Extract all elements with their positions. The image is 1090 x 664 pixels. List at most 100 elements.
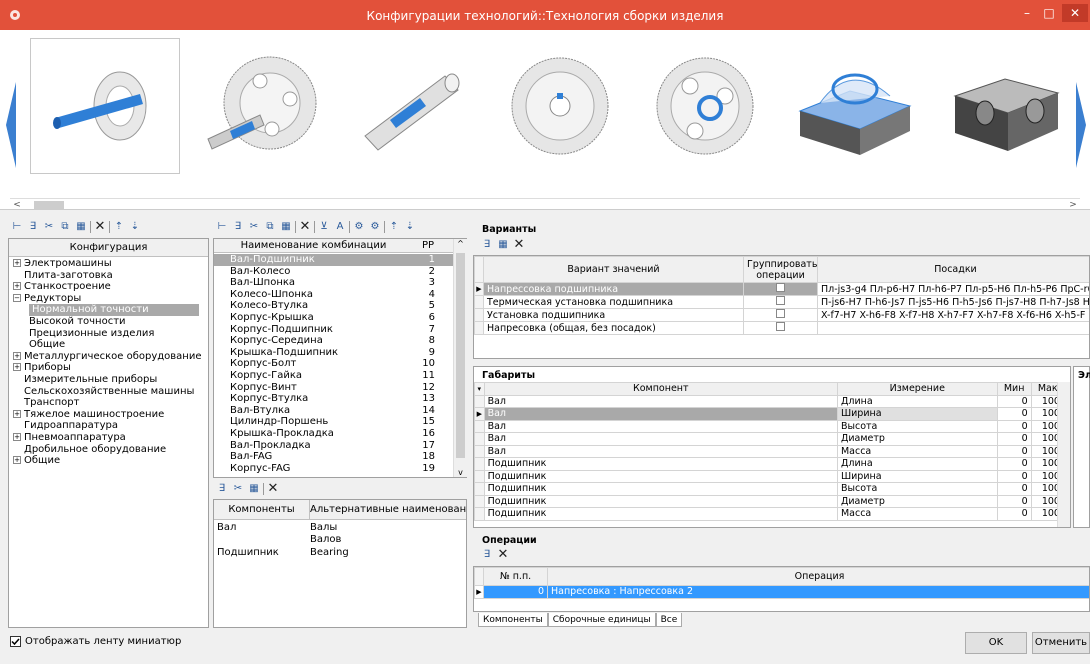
cut-icon[interactable]: ✂ [247,220,261,234]
move-down-icon[interactable]: ⇣ [403,220,417,234]
combo-row[interactable]: Цилиндр-Поршень 15 [214,416,453,428]
paste-icon[interactable]: ▦ [496,238,510,252]
operations-tab[interactable]: Компоненты [478,613,548,627]
combo-row[interactable]: Крышка-Подшипник 9 [214,347,453,359]
show-strip-option[interactable]: Отображать ленту миниатюр [10,636,181,647]
variant-row[interactable]: ▶ Напрессовка подшипника Пл-js3-g4 Пл-р6-H… [474,282,1089,296]
minimize-button[interactable]: – [1016,4,1038,22]
dimension-row[interactable]: Вал Масса 0 1000 [474,444,1070,458]
group-ops-cell[interactable] [743,308,818,322]
expand-icon[interactable]: + [13,409,21,418]
tree-item[interactable]: Плита-заготовка [13,270,208,282]
ungroup-icon[interactable]: ⚙ [368,220,382,234]
tree-item[interactable]: Гидроаппаратура [13,420,208,432]
combos-scrollbar[interactable]: ^ v [453,239,467,477]
variant-row[interactable]: Установка подшипника X-f7-H7 X-h6-F8 X-f7… [474,308,1089,322]
operation-row[interactable]: ▶ 0 Напресовка : Напрессовка 2 [474,585,1089,599]
delete-icon[interactable]: ✕ [496,548,510,562]
thumbnail-gear-bearing[interactable] [630,38,780,174]
close-button[interactable]: ✕ [1062,4,1088,22]
tree-item[interactable]: + Металлургическое оборудование [13,351,208,363]
add-child-icon[interactable]: ∃ [215,482,229,496]
cancel-button[interactable]: Отменить [1032,632,1090,654]
filter-icon[interactable]: ⊻ [317,220,331,234]
tree-item[interactable]: Транспорт [13,397,208,409]
tree-item[interactable]: + Электромашины [13,258,208,270]
dimension-row[interactable]: Вал Диаметр 0 1000 [474,432,1070,446]
col-pp[interactable]: РР [403,239,453,252]
combo-row[interactable]: Корпус-Крышка 6 [214,312,453,324]
expand-icon[interactable]: + [13,363,21,372]
col-variant-value[interactable]: Вариант значений [483,256,744,283]
scroll-up-icon[interactable]: ^ [454,239,467,248]
checkbox-unchecked-icon[interactable] [776,283,785,292]
tree-item[interactable]: Прецизионные изделия [13,328,208,340]
delete-icon[interactable]: ✕ [298,220,312,234]
expand-icon[interactable]: + [13,351,21,360]
combo-row[interactable]: Корпус-Болт 10 [214,358,453,370]
dimension-row[interactable]: Вал Длина 0 1000 [474,394,1070,408]
combo-row[interactable]: Корпус-Втулка 13 [214,393,453,405]
variant-row[interactable]: Термическая установка подшипника П-js6-H7… [474,295,1089,309]
font-icon[interactable]: A [333,220,347,234]
col-fits[interactable]: Посадки [817,256,1089,283]
col-op-number[interactable]: № п.п. [483,567,548,586]
dimension-row[interactable]: ▶ Вал Ширина 0 1000 [474,407,1070,421]
combo-row[interactable]: Колесо-Втулка 5 [214,300,453,312]
col-group-ops[interactable]: Группировать операции [743,256,818,283]
combo-row[interactable]: Вал-Втулка 14 [214,405,453,417]
combo-row[interactable]: Вал-Подшипник 1 [214,254,453,266]
group-ops-cell[interactable] [743,321,818,335]
dimension-row[interactable]: Вал Высота 0 1000 [474,419,1070,433]
tree-item[interactable]: Сельскохозяйственные машины [13,386,208,398]
tree-item[interactable]: + Пневмоаппаратура [13,432,208,444]
thumbnail-shaft-key[interactable] [335,38,485,174]
tree-item[interactable]: + Общие [13,455,208,467]
paste-icon[interactable]: ▦ [247,482,261,496]
component-row[interactable]: Вал Валы Валов [214,522,466,545]
combo-row[interactable]: Колесо-Шпонка 4 [214,289,453,301]
group-icon[interactable]: ⚙ [352,220,366,234]
thumbnail-housing-highlight[interactable] [780,38,930,174]
delete-icon[interactable]: ✕ [93,220,107,234]
tree-item[interactable]: Нормальной точности [13,304,208,316]
thumbnail-gear[interactable] [485,38,635,174]
paste-icon[interactable]: ▦ [279,220,293,234]
thumbnail-gear-shaft[interactable] [185,38,335,174]
scrollbar-left-icon[interactable]: < [10,199,24,212]
scrollbar-thumb[interactable] [34,201,64,210]
dimension-row[interactable]: Подшипник Масса 0 1000 [474,507,1070,521]
move-down-icon[interactable]: ⇣ [128,220,142,234]
tree-item[interactable]: Дробильное оборудование [13,444,208,456]
expand-icon[interactable]: + [13,259,21,267]
tree-item[interactable]: + Приборы [13,362,208,374]
variant-row[interactable]: Напресовка (общая, без посадок) [474,321,1089,335]
add-child-icon[interactable]: ∃ [480,238,494,252]
cut-icon[interactable]: ✂ [42,220,56,234]
scroll-left-arrow-icon[interactable] [4,80,18,170]
col-measure[interactable]: Измерение [836,382,998,396]
component-row[interactable]: Подшипник Bearing [214,547,466,559]
dimension-row[interactable]: Подшипник Ширина 0 1000 [474,469,1070,483]
dimension-row[interactable]: Подшипник Диаметр 0 1000 [474,494,1070,508]
tree-item[interactable]: Общие [13,339,208,351]
col-operation[interactable]: Операция [547,567,1089,586]
add-child-icon[interactable]: ∃ [231,220,245,234]
expand-icon[interactable]: + [13,456,21,465]
dimension-row[interactable]: Подшипник Длина 0 1000 [474,457,1070,471]
combo-row[interactable]: Вал-Прокладка 17 [214,440,453,452]
col-combo-name[interactable]: Наименование комбинации [214,239,403,252]
tree-item[interactable]: − Редукторы [13,293,208,305]
checkbox-checked-icon[interactable] [10,636,21,647]
combo-row[interactable]: Корпус-Винт 12 [214,382,453,394]
maximize-button[interactable]: □ [1038,4,1060,22]
copy-icon[interactable]: ⧉ [58,220,72,234]
add-child-icon[interactable]: ∃ [26,220,40,234]
ok-button[interactable]: OK [965,632,1027,654]
operations-tab[interactable]: Сборочные единицы [547,613,656,627]
add-child-icon[interactable]: ∃ [480,548,494,562]
operations-tab[interactable]: Все [655,613,683,627]
combo-row[interactable]: Корпус-Подшипник 7 [214,324,453,336]
combo-row[interactable]: Крышка-Прокладка 16 [214,428,453,440]
scrollbar-right-icon[interactable]: > [1066,199,1080,212]
